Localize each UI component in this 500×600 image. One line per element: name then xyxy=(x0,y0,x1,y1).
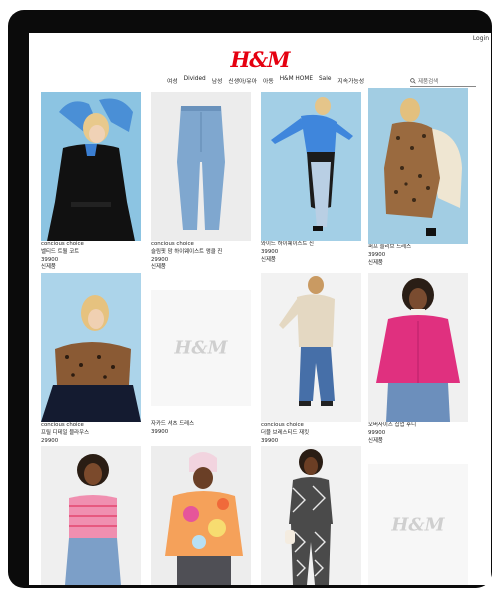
product-image[interactable] xyxy=(261,446,361,585)
product-card[interactable] xyxy=(261,446,361,585)
product-card[interactable]: H&M xyxy=(368,464,468,585)
product-card[interactable]: concious choice 더블 브레스티드 재킷 39900 xyxy=(261,273,361,445)
placeholder-logo: H&M xyxy=(391,514,445,535)
product-name[interactable]: 프릴 디테일 블라우스 xyxy=(41,430,141,438)
product-image[interactable] xyxy=(261,273,361,422)
product-tag: concious choice xyxy=(41,422,84,428)
model-photo xyxy=(368,88,468,244)
model-photo xyxy=(261,273,361,422)
product-card[interactable]: concious choice 벨티드 트윌 코트 39900 신제품 xyxy=(41,92,141,272)
product-card[interactable]: concious choice 프릴 디테일 블라우스 29900 xyxy=(41,273,141,445)
model-photo xyxy=(151,446,251,585)
product-name[interactable]: 퍼프 슬리브 드레스 xyxy=(368,244,468,252)
product-card[interactable]: 퍼프 슬리브 드레스 39900 신제품 xyxy=(368,88,468,267)
product-image[interactable] xyxy=(151,92,251,241)
product-grid: concious choice 벨티드 트윌 코트 39900 신제품 conc… xyxy=(29,33,491,585)
product-image[interactable] xyxy=(41,92,141,241)
product-image[interactable] xyxy=(151,446,251,585)
product-price: 39900 xyxy=(41,256,59,263)
new-badge: 신제품 xyxy=(151,264,166,271)
product-name[interactable]: 자카드 셔츠 드레스 xyxy=(151,421,251,429)
product-price: 39900 xyxy=(368,251,386,258)
product-name[interactable]: 슬림핏 맘 하이웨이스트 앵클 진 xyxy=(151,249,251,257)
product-price: 99900 xyxy=(368,429,386,436)
product-price: 29900 xyxy=(41,437,59,444)
product-image-placeholder[interactable]: H&M xyxy=(151,290,251,406)
model-photo xyxy=(41,92,141,241)
product-card[interactable]: 와이드 하이웨이스트 진 39900 신제품 xyxy=(261,92,361,264)
product-tag: concious choice xyxy=(151,241,194,247)
placeholder-logo: H&M xyxy=(174,337,228,359)
new-badge: 신제품 xyxy=(41,264,56,271)
new-badge: 신제품 xyxy=(368,259,383,266)
model-photo xyxy=(261,446,361,585)
product-card[interactable]: 오버사이즈 집업 후디 99900 신제품 xyxy=(368,273,468,445)
device-frame: Login H&M 여성 Divided 남성 신생아/유아 아동 H&M HO… xyxy=(8,10,492,588)
product-image[interactable] xyxy=(368,88,468,244)
model-photo xyxy=(368,273,468,422)
product-name[interactable]: 와이드 하이웨이스트 진 xyxy=(261,241,361,249)
product-name[interactable]: 벨티드 트윌 코트 xyxy=(41,249,141,257)
product-card[interactable]: H&M 자카드 셔츠 드레스 39900 xyxy=(151,290,251,437)
product-name[interactable]: 오버사이즈 집업 후디 xyxy=(368,422,468,430)
product-image-placeholder[interactable]: H&M xyxy=(368,464,468,585)
new-badge: 신제품 xyxy=(261,256,276,263)
model-photo xyxy=(261,92,361,241)
product-card[interactable] xyxy=(41,446,141,585)
product-image[interactable] xyxy=(41,446,141,585)
product-image[interactable] xyxy=(261,92,361,241)
product-price: 39900 xyxy=(261,248,279,255)
product-price: 39900 xyxy=(261,437,279,444)
model-photo xyxy=(41,273,141,422)
product-name[interactable]: 더블 브레스티드 재킷 xyxy=(261,430,361,438)
model-photo xyxy=(41,446,141,585)
screen: Login H&M 여성 Divided 남성 신생아/유아 아동 H&M HO… xyxy=(29,33,491,585)
product-card[interactable] xyxy=(151,446,251,585)
product-card[interactable]: concious choice 슬림핏 맘 하이웨이스트 앵클 진 29900 … xyxy=(151,92,251,272)
product-tag: concious choice xyxy=(41,241,84,247)
product-image[interactable] xyxy=(368,273,468,422)
product-tag: concious choice xyxy=(261,422,304,428)
product-price: 39900 xyxy=(151,428,169,435)
product-price: 29900 xyxy=(151,256,169,263)
jeans-photo xyxy=(151,92,251,241)
new-badge: 신제품 xyxy=(368,437,383,444)
product-image[interactable] xyxy=(41,273,141,422)
